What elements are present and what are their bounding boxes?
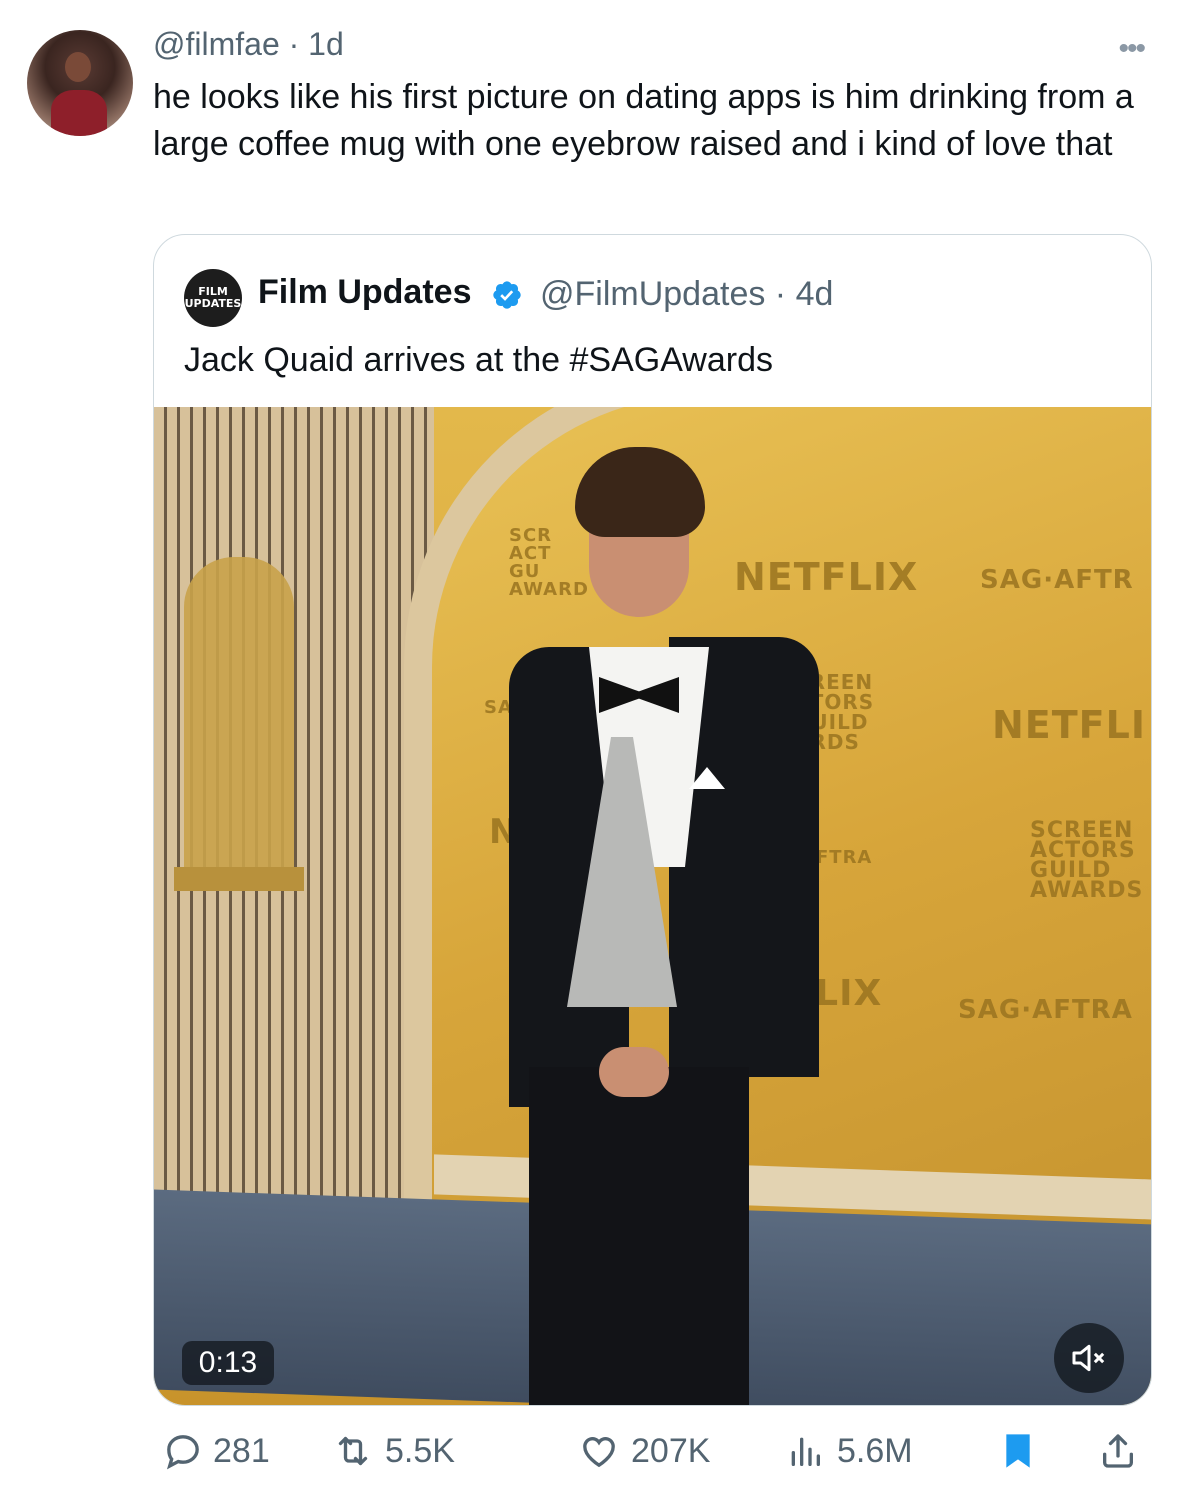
verified-badge-icon xyxy=(493,281,521,309)
person-in-tuxedo xyxy=(489,447,829,1405)
netflix-logo-2: NETFLI xyxy=(992,703,1146,747)
reply-button[interactable]: 281 xyxy=(163,1426,270,1476)
views-button[interactable]: 5.6M xyxy=(783,1426,913,1476)
reply-count: 281 xyxy=(213,1431,270,1470)
repost-count: 5.5K xyxy=(385,1431,455,1470)
share-icon xyxy=(1103,1434,1133,1468)
video-duration-badge: 0:13 xyxy=(182,1341,274,1385)
author-avatar[interactable] xyxy=(27,30,133,136)
view-count: 5.6M xyxy=(837,1431,913,1470)
quoted-tweet-text: Jack Quaid arrives at the #SAGAwards xyxy=(184,341,773,379)
author-handle-time[interactable]: @filmfae · 1d xyxy=(153,26,344,63)
heart-icon xyxy=(583,1437,615,1468)
quoted-author-avatar[interactable]: FILM UPDATES xyxy=(184,269,242,327)
actor-statue xyxy=(184,557,294,877)
reply-icon xyxy=(166,1435,199,1470)
more-icon[interactable]: ••• xyxy=(1118,32,1145,66)
quoted-tweet-card[interactable]: FILM UPDATES Film Updates @FilmUpdates ·… xyxy=(153,234,1152,1406)
quoted-author-handle-time[interactable]: @FilmUpdates · 4d xyxy=(540,275,833,314)
repost-button[interactable]: 5.5K xyxy=(331,1426,455,1476)
share-button[interactable] xyxy=(1098,1426,1148,1476)
tweet-action-bar: 281 5.5K 207K 5.6M xyxy=(153,1426,1143,1476)
sag-aftra-logo-2: SAG·AFTRA xyxy=(958,995,1133,1025)
bookmark-button[interactable] xyxy=(998,1426,1048,1476)
sag-awards-logo: SCREEN ACTORS GUILD AWARDS xyxy=(1030,818,1144,903)
avatar-line-2: UPDATES xyxy=(184,297,242,310)
mute-button[interactable] xyxy=(1054,1323,1124,1393)
sag-aftra-logo-1: SAG·AFTR xyxy=(980,565,1134,595)
views-chart-icon xyxy=(791,1437,820,1466)
bookmark-filled-icon xyxy=(1006,1434,1030,1468)
tweet-text: he looks like his first picture on datin… xyxy=(153,78,1134,163)
speaker-muted-icon xyxy=(1072,1344,1105,1372)
repost-icon xyxy=(338,1436,368,1466)
quoted-author-name[interactable]: Film Updates xyxy=(258,273,471,312)
like-count: 207K xyxy=(631,1431,711,1470)
statue-base xyxy=(174,867,304,891)
like-button[interactable]: 207K xyxy=(577,1426,710,1476)
video-player[interactable]: SCR ACT GU AWARD NETFLIX SAG·AFTR SAG· C… xyxy=(154,407,1151,1405)
